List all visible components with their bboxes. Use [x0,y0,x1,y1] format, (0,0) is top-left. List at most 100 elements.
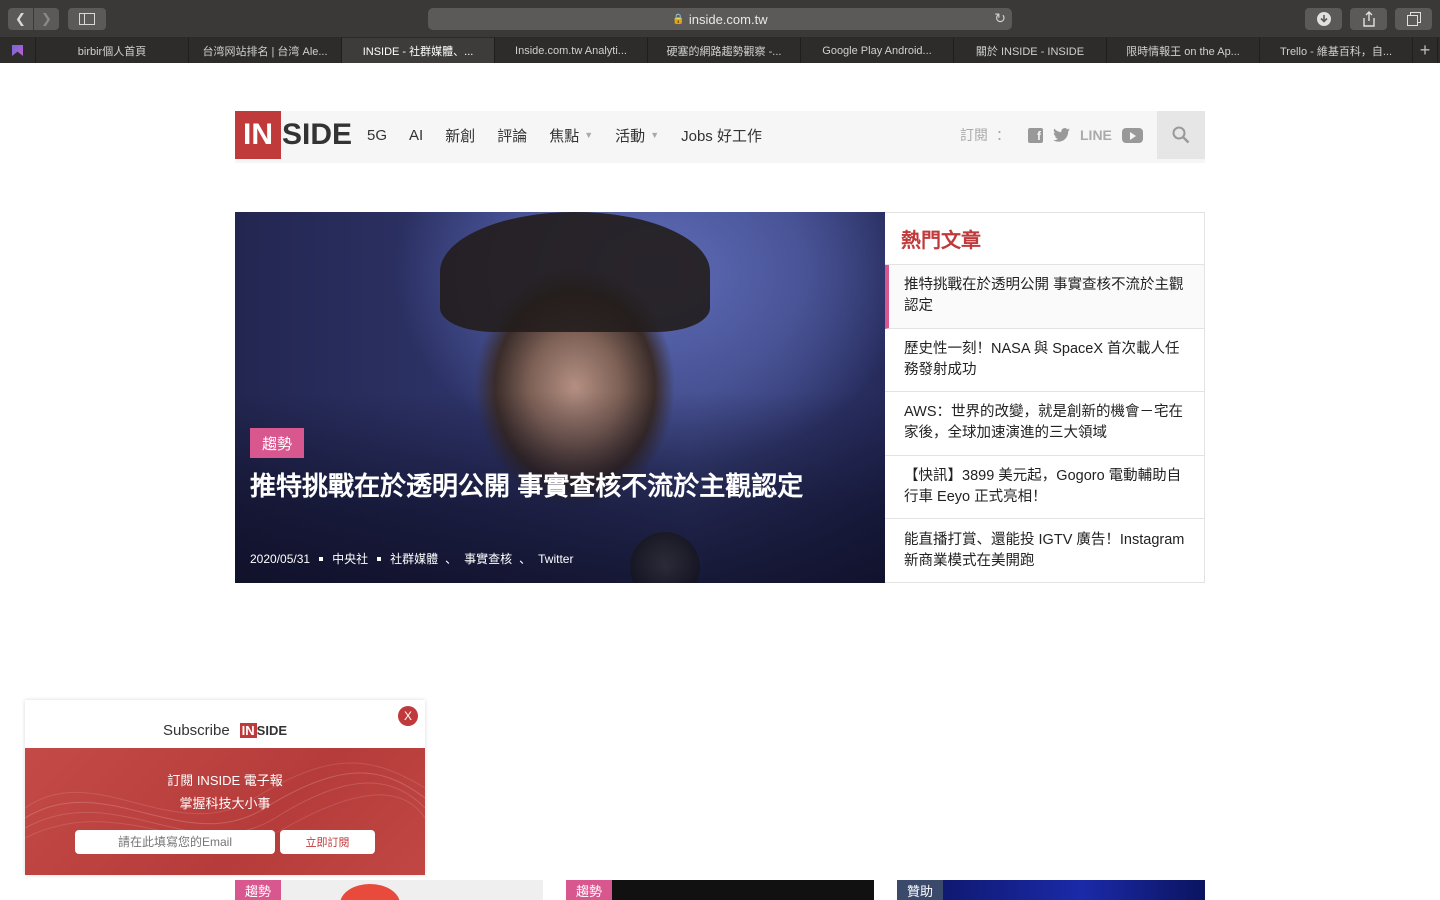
tab-bar: birbir個人首頁 台湾网站排名 | 台湾 Ale... INSIDE - 社… [0,38,1440,63]
share-icon [1362,11,1375,27]
browser-toolbar: ❮ ❯ 🔒 inside.com.tw ↻ [0,0,1440,38]
forward-button[interactable]: ❯ [34,8,59,30]
nav-item-5g[interactable]: 5G [367,127,387,144]
subscribe-button[interactable]: 立即訂閱 [280,830,375,854]
share-button[interactable] [1350,8,1387,30]
browser-tab[interactable]: Google Play Android... [801,38,954,63]
nav-label: AI [409,126,424,144]
popup-body: 訂閱 INSIDE 電子報 掌握科技大小事 立即訂閱 [25,748,425,875]
card-category-badge[interactable]: 趨勢 [566,880,613,900]
address-bar[interactable]: 🔒 inside.com.tw ↻ [428,8,1012,30]
logo-in: IN [235,111,281,159]
chevron-right-icon: ❯ [41,11,52,26]
new-tab-button[interactable]: + [1413,38,1438,63]
facebook-icon[interactable]: f [1028,127,1043,143]
address-url: inside.com.tw [688,11,768,27]
hero-article[interactable]: 趨勢 推特挑戰在於透明公開 事實查核不流於主觀認定 2020/05/31 中央社… [235,212,885,583]
popup-logo: IN SIDE [239,722,288,738]
back-button[interactable]: ❮ [8,8,33,30]
nav-item-focus[interactable]: 焦點 ▼ [549,125,593,146]
article-card[interactable]: 趨勢 [566,880,874,900]
youtube-icon[interactable] [1121,127,1143,143]
tabs-icon [1406,12,1421,26]
nav-item-events[interactable]: 活動 ▼ [615,125,659,146]
bullet-icon [377,556,382,561]
popular-item[interactable]: 歷史性一刻！NASA 與 SpaceX 首次載人任務發射成功 [885,329,1204,393]
plus-icon: + [1419,40,1431,60]
nav-label: 焦點 [549,127,580,145]
popular-item[interactable]: 推特挑戰在於透明公開 事實查核不流於主觀認定 [885,265,1204,329]
email-field[interactable] [75,830,275,854]
pinned-tab[interactable] [0,38,36,63]
popup-line-2: 掌握科技大小事 [179,796,271,811]
site-header: IN SIDE 5G AI 新創 評論 焦點 ▼ 活動 ▼ Jobs 好工作 訂閱 … [235,111,1205,163]
card-category-badge[interactable]: 贊助 [897,880,944,900]
nav-label: Jobs 好工作 [681,127,762,145]
main-nav: 5G AI 新創 評論 焦點 ▼ 活動 ▼ Jobs 好工作 [367,111,784,159]
caret-down-icon: ▼ [650,130,660,140]
category-badge[interactable]: 趨勢 [250,428,305,458]
search-button[interactable] [1157,111,1205,159]
lock-icon: 🔒 [672,13,685,25]
reload-icon[interactable]: ↻ [994,10,1006,27]
hero-meta: 2020/05/31 中央社 社群媒體 、 事實查核 、 Twitter [250,550,573,567]
popup-header: Subscribe IN SIDE [25,700,425,748]
nav-item-jobs[interactable]: Jobs 好工作 [681,125,762,146]
nav-item-review[interactable]: 評論 [497,125,527,146]
search-icon [1172,126,1190,144]
downloads-button[interactable] [1305,8,1342,30]
popular-item[interactable]: 能直播打賞、還能投 IGTV 廣告！Instagram 新商業模式在美開跑 [885,519,1204,583]
chevron-left-icon: ❮ [15,11,26,26]
tab-overview-button[interactable] [1395,8,1432,30]
sidebar-toggle-button[interactable] [68,8,106,30]
popular-heading: 熱門文章 [885,213,1204,265]
logo-side: SIDE [282,118,353,151]
hero-tag-link[interactable]: 社群媒體 [390,550,438,567]
browser-tab[interactable]: Trello - 維基百科，自... [1260,38,1413,63]
popular-articles: 熱門文章 推特挑戰在於透明公開 事實查核不流於主觀認定 歷史性一刻！NASA 與… [885,212,1205,583]
browser-tab[interactable]: birbir個人首頁 [36,38,189,63]
subscribe-label: 訂閱 [960,127,988,143]
popup-logo-side: SIDE [256,722,288,738]
nav-label: 5G [367,126,388,144]
close-button[interactable]: X [398,706,418,726]
tag-separator: 、 [445,552,458,566]
download-icon [1316,12,1331,26]
popular-item[interactable]: AWS：世界的改變，就是創新的機會－宅在家後，全球加速演進的三大領域 [885,392,1204,456]
hero-title[interactable]: 推特挑戰在於透明公開 事實查核不流於主觀認定 [250,468,810,504]
popup-line-1: 訂閱 INSIDE 電子報 [167,773,283,788]
browser-tab[interactable]: 台湾网站排名 | 台湾 Ale... [189,38,342,63]
hero-source: 中央社 [332,552,369,566]
browser-tab[interactable]: Inside.com.tw Analyti... [495,38,648,63]
browser-tab[interactable]: 限時情報王 on the Ap... [1107,38,1260,63]
nav-label: 評論 [497,127,528,145]
nav-item-ai[interactable]: AI [409,127,423,144]
tag-separator: 、 [519,552,532,566]
browser-tab-active[interactable]: INSIDE - 社群媒體、... [342,38,495,63]
article-card[interactable]: 贊助 [897,880,1205,900]
bullet-icon [319,556,324,561]
article-card[interactable]: 趨勢 [235,880,543,900]
site-logo[interactable]: IN SIDE [235,111,352,159]
browser-tab[interactable]: 硬塞的網路趨勢觀察 -... [648,38,801,63]
hero-image-hair [440,212,710,332]
popup-title: Subscribe [162,721,230,739]
browser-tab[interactable]: 關於 INSIDE - INSIDE [954,38,1107,63]
nav-label: 新創 [445,127,476,145]
twitter-icon[interactable] [1053,128,1070,142]
bookmark-icon [12,45,23,56]
popup-logo-in: IN [239,722,257,738]
hero-tag-link[interactable]: Twitter [538,552,573,566]
popular-item[interactable]: 【快訊】3899 美元起，Gogoro 電動輔助自行車 Eeyo 正式亮相！ [885,456,1204,520]
hero-date: 2020/05/31 [250,551,311,566]
nav-label: 活動 [615,127,646,145]
card-image [340,884,400,900]
nav-item-startup[interactable]: 新創 [445,125,475,146]
line-link[interactable]: LINE [1080,127,1112,143]
subscribe-colon: ： [996,127,1010,143]
card-category-badge[interactable]: 趨勢 [235,880,282,900]
social-subscribe: 訂閱 ： f LINE [960,111,1143,159]
hero-tag-link[interactable]: 事實查核 [464,550,512,567]
caret-down-icon: ▼ [584,130,594,140]
newsletter-popup: Subscribe IN SIDE X 訂閱 INSIDE 電子報 掌握科技大小… [25,700,425,875]
